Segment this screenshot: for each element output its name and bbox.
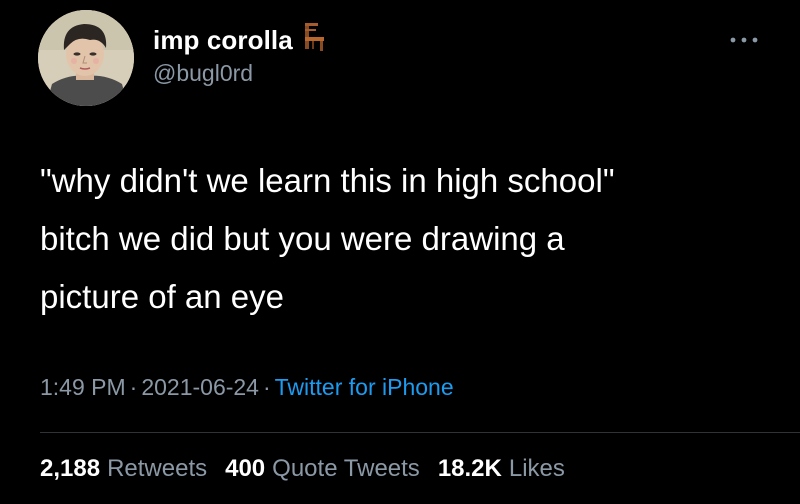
divider: [40, 432, 800, 433]
author-display-name[interactable]: imp corolla: [153, 25, 293, 56]
chair-icon: [302, 22, 326, 57]
retweets-stat[interactable]: 2,188 Retweets: [40, 455, 207, 483]
likes-stat[interactable]: 18.2K Likes: [438, 455, 565, 483]
quote-tweets-label: Quote Tweets: [272, 455, 420, 482]
quote-tweets-count: 400: [225, 455, 266, 482]
more-horizontal-icon: [729, 31, 759, 49]
tweet-source-link[interactable]: Twitter for iPhone: [275, 374, 454, 400]
retweets-count: 2,188: [40, 455, 101, 482]
engagement-stats: 2,188 Retweets 400 Quote Tweets 18.2K Likes: [40, 455, 565, 483]
meta-separator: ·: [262, 374, 271, 400]
avatar-portrait-drawing: [38, 10, 134, 106]
tweet-time[interactable]: 1:49 PM: [40, 374, 126, 400]
likes-count: 18.2K: [437, 455, 502, 482]
more-options-button[interactable]: [726, 30, 762, 50]
tweet-detail: imp corolla @bugl0rd "why didn't we lear…: [0, 0, 800, 504]
avatar[interactable]: [38, 10, 134, 106]
author-handle[interactable]: @bugl0rd: [153, 60, 253, 87]
tweet-metadata: 1:49 PM · 2021-06-24 · Twitter for iPhone: [40, 374, 454, 401]
meta-separator: ·: [129, 374, 138, 400]
quote-tweets-stat[interactable]: 400 Quote Tweets: [225, 455, 420, 483]
tweet-text: "why didn't we learn this in high school…: [40, 162, 615, 315]
likes-label: Likes: [508, 455, 565, 482]
tweet-date[interactable]: 2021-06-24: [141, 374, 259, 400]
retweets-label: Retweets: [107, 455, 208, 482]
author-name-row: imp corolla: [153, 22, 326, 57]
